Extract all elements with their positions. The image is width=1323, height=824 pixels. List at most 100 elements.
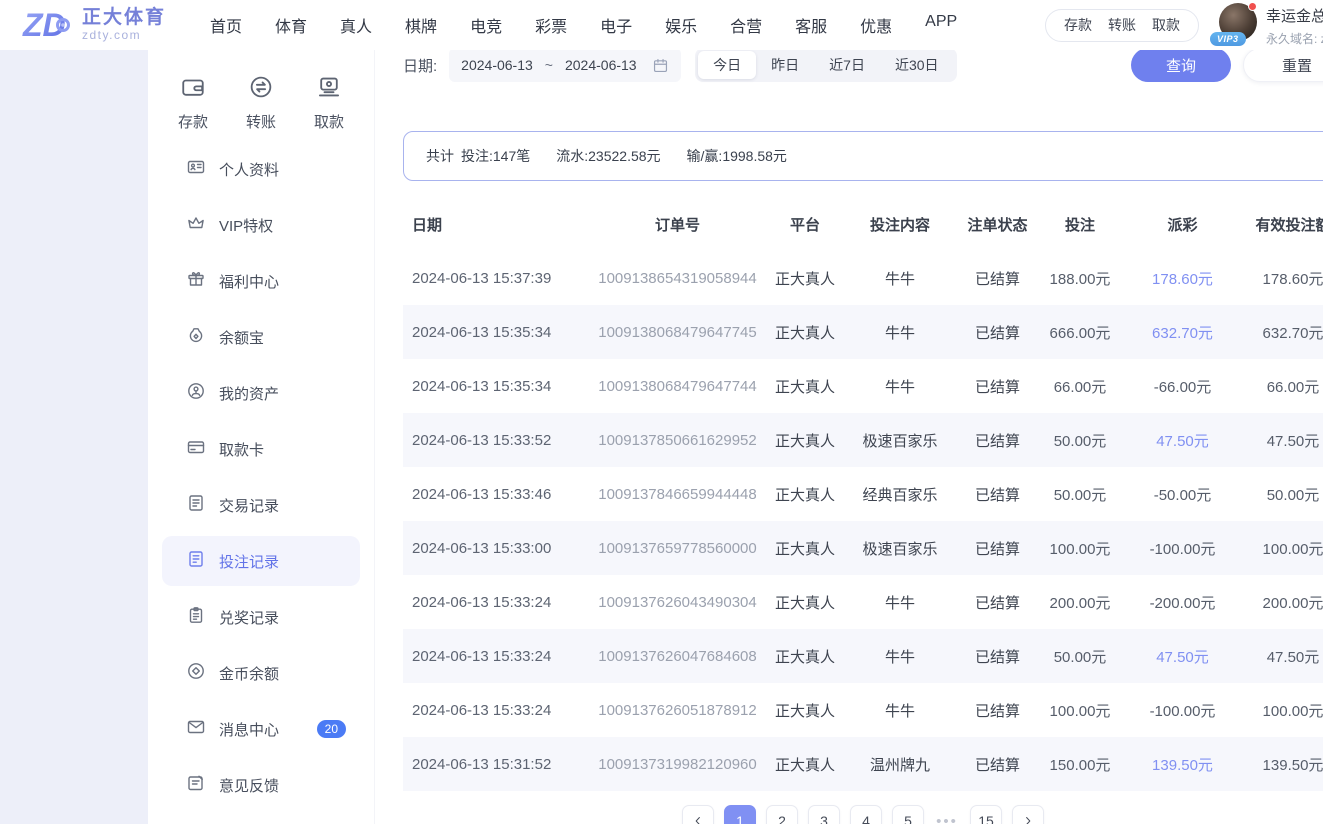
quick-range-3[interactable]: 近7日: [814, 51, 880, 79]
summary-bar: 共计 投注:147笔 流水:23522.58元 输/赢:1998.58元: [403, 131, 1323, 181]
header-action-withdraw[interactable]: 取款: [1152, 15, 1180, 35]
nav-item-1[interactable]: 首页: [210, 13, 242, 37]
cell-date: 2024-06-13 15:33:00: [403, 540, 580, 557]
cell-bet: 50.00元: [1030, 484, 1130, 505]
cell-platform: 正大真人: [775, 646, 835, 667]
sidebar-item-vip[interactable]: VIP特权: [162, 200, 360, 250]
money-pouch-icon: [186, 325, 206, 349]
table-header-row: 日期订单号平台投注内容注单状态投注派彩有效投注额: [403, 197, 1323, 251]
calendar-icon[interactable]: [652, 57, 669, 74]
next-page-button[interactable]: [1012, 805, 1044, 824]
quick-range-2[interactable]: 昨日: [756, 51, 814, 79]
nav-item-4[interactable]: 棋牌: [405, 13, 437, 37]
cell-valid: 100.00元: [1235, 538, 1323, 559]
cell-status: 已结算: [965, 430, 1030, 451]
sidebar-item-withdraw-card[interactable]: 取款卡: [162, 424, 360, 474]
sidebar-item-redeem-records[interactable]: 兑奖记录: [162, 592, 360, 642]
nav-item-8[interactable]: 娱乐: [665, 13, 697, 37]
header-action-transfer[interactable]: 转账: [1108, 15, 1136, 35]
page-button-1[interactable]: 1: [724, 805, 756, 824]
header-action-deposit[interactable]: 存款: [1064, 15, 1092, 35]
nav-item-5[interactable]: 电竞: [470, 13, 502, 37]
nav-item-11[interactable]: 优惠: [860, 13, 892, 37]
sidebar: 存款转账取款 个人资料VIP特权福利中心余额宝我的资产取款卡交易记录投注记录兑奖…: [148, 50, 375, 824]
brand-name: 正大体育: [82, 8, 166, 29]
sidebar-item-transactions[interactable]: 交易记录: [162, 480, 360, 530]
redeem-record-icon: [186, 605, 206, 629]
cell-content: 牛牛: [835, 700, 965, 721]
quick-action-deposit[interactable]: 存款: [178, 74, 208, 124]
page-button-15[interactable]: 15: [970, 805, 1002, 824]
cell-date: 2024-06-13 15:33:24: [403, 594, 580, 611]
table-header-cell-date: 日期: [403, 214, 580, 235]
withdraw-icon: [316, 74, 342, 104]
prev-page-button[interactable]: [682, 805, 714, 824]
nav-item-10[interactable]: 客服: [795, 13, 827, 37]
filter-buttons: 查询 重置: [1131, 48, 1323, 82]
sidebar-item-welfare[interactable]: 福利中心: [162, 256, 360, 306]
sidebar-menu: 个人资料 VIP特权福利中心余额宝我的资产取款卡交易记录投注记录兑奖记录金币余额消…: [148, 144, 374, 810]
brand-logo-icon: ZD: [22, 5, 76, 45]
sidebar-item-messages[interactable]: 消息中心20: [162, 704, 360, 754]
top-header: ZD 正大体育 zdty.com 首页 体育 真人 棋牌 电竞 彩票 电子 娱乐 合营 客服 优惠 A…: [0, 0, 1323, 50]
header-right: 存款转账取款 VIP3 幸运金总 永久域名: z: [1045, 3, 1323, 47]
cell-bet: 50.00元: [1030, 646, 1130, 667]
table-header-cell-bet: 投注: [1030, 214, 1130, 235]
cell-valid: 139.50元: [1235, 754, 1323, 775]
page-button-4[interactable]: 4: [850, 805, 882, 824]
bet-records-table: 日期订单号平台投注内容注单状态投注派彩有效投注额2024-06-13 15:37…: [403, 197, 1323, 791]
table-row: 2024-06-13 15:33:001009137659778560000正大…: [403, 521, 1323, 575]
reset-button[interactable]: 重置: [1243, 48, 1323, 82]
sidebar-item-profile[interactable]: 个人资料: [162, 144, 360, 194]
quick-action-label: 转账: [246, 111, 276, 132]
cell-valid: 47.50元: [1235, 646, 1323, 667]
sidebar-item-label: 兑奖记录: [219, 607, 279, 628]
cell-bet: 50.00元: [1030, 430, 1130, 451]
brand-logo[interactable]: ZD 正大体育 zdty.com: [0, 5, 196, 45]
sidebar-item-feedback[interactable]: 意见反馈: [162, 760, 360, 810]
cell-date: 2024-06-13 15:35:34: [403, 324, 580, 341]
cell-valid: 66.00元: [1235, 376, 1323, 397]
table-row: 2024-06-13 15:33:241009137626051878912正大…: [403, 683, 1323, 737]
page-button-2[interactable]: 2: [766, 805, 798, 824]
page-button-5[interactable]: 5: [892, 805, 924, 824]
nav-item-3[interactable]: 真人: [340, 13, 372, 37]
cell-content: 牛牛: [835, 592, 965, 613]
sidebar-item-yuebao[interactable]: 余额宝: [162, 312, 360, 362]
date-from-value[interactable]: 2024-06-13: [461, 57, 533, 73]
quick-range-group: 今日昨日近7日近30日: [695, 48, 956, 82]
cell-order: 1009137319982120960: [580, 756, 775, 773]
date-to-value[interactable]: 2024-06-13: [565, 57, 637, 73]
cell-platform: 正大真人: [775, 754, 835, 775]
cell-valid: 47.50元: [1235, 430, 1323, 451]
sidebar-item-label: 我的资产: [219, 383, 279, 404]
date-range-input[interactable]: 2024-06-13 ~ 2024-06-13: [449, 48, 681, 82]
cell-payout: -66.00元: [1130, 376, 1235, 397]
nav-item-9[interactable]: 合营: [730, 13, 762, 37]
cell-order: 1009137850661629952: [580, 432, 775, 449]
sidebar-item-gold-balance[interactable]: 金币余额: [162, 648, 360, 698]
nav-item-7[interactable]: 电子: [600, 13, 632, 37]
user-meta: 幸运金总 永久域名: z: [1266, 3, 1323, 47]
nav-item-12[interactable]: APP: [925, 13, 957, 37]
quick-action-transfer[interactable]: 转账: [246, 74, 276, 124]
nav-item-2[interactable]: 体育: [275, 13, 307, 37]
nav-item-6[interactable]: 彩票: [535, 13, 567, 37]
quick-range-4[interactable]: 近30日: [880, 51, 954, 79]
sidebar-item-bet-records[interactable]: 投注记录: [162, 536, 360, 586]
user-block[interactable]: VIP3 幸运金总 永久域名: z: [1219, 3, 1323, 47]
sidebar-item-label: 交易记录: [219, 495, 279, 516]
quick-range-1[interactable]: 今日: [698, 51, 756, 79]
search-button[interactable]: 查询: [1131, 48, 1231, 82]
table-header-cell-status: 注单状态: [965, 214, 1030, 235]
page-button-3[interactable]: 3: [808, 805, 840, 824]
table-header-cell-order: 订单号: [580, 214, 775, 235]
svg-text:ZD: ZD: [22, 7, 66, 43]
sidebar-item-assets[interactable]: 我的资产: [162, 368, 360, 418]
cell-order: 1009137626043490304: [580, 594, 775, 611]
vip-badge: VIP3: [1210, 32, 1246, 46]
cell-order: 1009137659778560000: [580, 540, 775, 557]
quick-action-withdraw[interactable]: 取款: [314, 74, 344, 124]
cell-bet: 100.00元: [1030, 538, 1130, 559]
cell-payout: 47.50元: [1130, 646, 1235, 667]
